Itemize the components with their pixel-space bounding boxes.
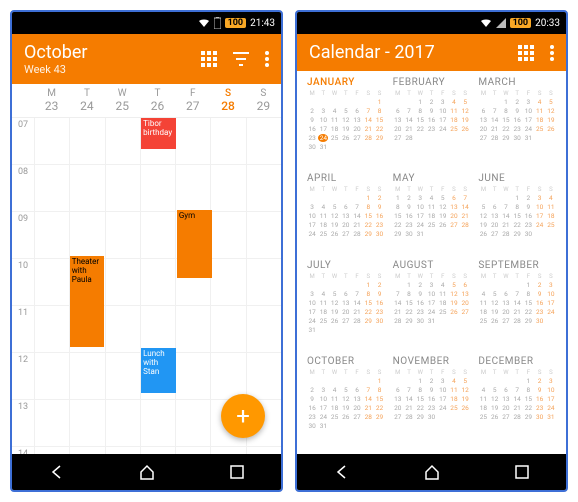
filter-icon[interactable] — [233, 52, 249, 66]
month-mini[interactable]: APRILMTWTFSS1234567891011121314151617181… — [307, 173, 385, 256]
day-header[interactable]: W25 — [105, 84, 140, 117]
day-header[interactable]: M23 — [34, 84, 69, 117]
calendar-event[interactable]: Lunch with Stan — [141, 348, 176, 393]
day-header[interactable]: S29 — [246, 84, 281, 117]
day-header[interactable]: F27 — [175, 84, 210, 117]
phone-week-view: 100 21:43 October Week 43 M23T24W25T26F2… — [10, 10, 283, 492]
hour-row: 14 — [12, 447, 281, 454]
nav-bar — [12, 454, 281, 490]
page-title: October — [24, 42, 201, 63]
month-mini[interactable]: JUNEMTWTFSS12345678910111213141516171819… — [478, 173, 556, 256]
back-icon[interactable] — [49, 464, 65, 480]
month-mini[interactable]: NOVEMBERMTWTFSS1234567891011121314151617… — [393, 356, 471, 448]
page-subtitle: Week 43 — [24, 63, 201, 76]
add-event-button[interactable]: + — [221, 394, 265, 438]
month-mini[interactable]: MAYMTWTFSS123456789101112131415161718192… — [393, 173, 471, 256]
view-grid-icon[interactable] — [518, 45, 534, 61]
calendar-event[interactable]: Gym — [177, 210, 212, 278]
page-title: Calendar - 2017 — [309, 42, 518, 63]
month-mini[interactable]: JANUARYMTWTFSS12345678910111213141516171… — [307, 77, 385, 169]
battery-level: 100 — [225, 18, 247, 28]
nav-bar — [297, 454, 566, 490]
month-mini[interactable]: MARCHMTWTFSS1234567891011121314151617181… — [478, 77, 556, 169]
day-header[interactable]: S28 — [210, 84, 245, 117]
week-day-header: M23T24W25T26F27S28S29 — [12, 84, 281, 118]
header-title-block[interactable]: October Week 43 — [24, 42, 201, 76]
overflow-menu-icon[interactable] — [550, 45, 554, 61]
clock: 21:43 — [250, 18, 275, 29]
day-header[interactable]: T24 — [69, 84, 104, 117]
month-mini[interactable]: FEBRUARYMTWTFSS1234567891011121314151617… — [393, 77, 471, 169]
back-icon[interactable] — [334, 464, 350, 480]
wifi-icon — [198, 18, 210, 28]
month-mini[interactable]: DECEMBERMTWTFSS1234567891011121314151617… — [478, 356, 556, 448]
month-mini[interactable]: JULYMTWTFSS12345678910111213141516171819… — [307, 260, 385, 352]
app-header: October Week 43 — [12, 34, 281, 84]
recent-icon[interactable] — [230, 465, 244, 479]
battery-warning-icon — [214, 17, 221, 29]
plus-icon: + — [236, 402, 250, 430]
hour-row: 08 — [12, 165, 281, 212]
status-bar: 100 21:43 — [12, 12, 281, 34]
header-title-block[interactable]: Calendar - 2017 — [309, 42, 518, 63]
recent-icon[interactable] — [515, 465, 529, 479]
year-grid[interactable]: JANUARYMTWTFSS12345678910111213141516171… — [297, 71, 566, 454]
calendar-event[interactable]: Tibor birthday — [141, 118, 176, 149]
signal-icon — [496, 18, 506, 28]
calendar-event[interactable]: Theater with Paula — [70, 256, 105, 347]
battery-level: 100 — [510, 18, 532, 28]
home-icon[interactable] — [139, 464, 155, 480]
view-grid-icon[interactable] — [201, 51, 217, 67]
day-header[interactable]: T26 — [140, 84, 175, 117]
month-mini[interactable]: SEPTEMBERMTWTFSS123456789101112131415161… — [478, 260, 556, 352]
hour-row: 11 — [12, 306, 281, 353]
home-icon[interactable] — [424, 464, 440, 480]
week-grid[interactable]: 0708091011121314Tibor birthdayGymTheater… — [12, 118, 281, 454]
hour-row: 09 — [12, 212, 281, 259]
clock: 20:33 — [535, 18, 560, 29]
month-mini[interactable]: AUGUSTMTWTFSS123456789101112131415161718… — [393, 260, 471, 352]
overflow-menu-icon[interactable] — [265, 51, 269, 67]
status-bar: 100 20:33 — [297, 12, 566, 34]
phone-year-view: 100 20:33 Calendar - 2017 JANUARYMTWTFSS… — [295, 10, 568, 492]
month-mini[interactable]: OCTOBERMTWTFSS12345678910111213141516171… — [307, 356, 385, 448]
wifi-icon — [480, 18, 492, 28]
hour-row: 10 — [12, 259, 281, 306]
app-header: Calendar - 2017 — [297, 34, 566, 71]
